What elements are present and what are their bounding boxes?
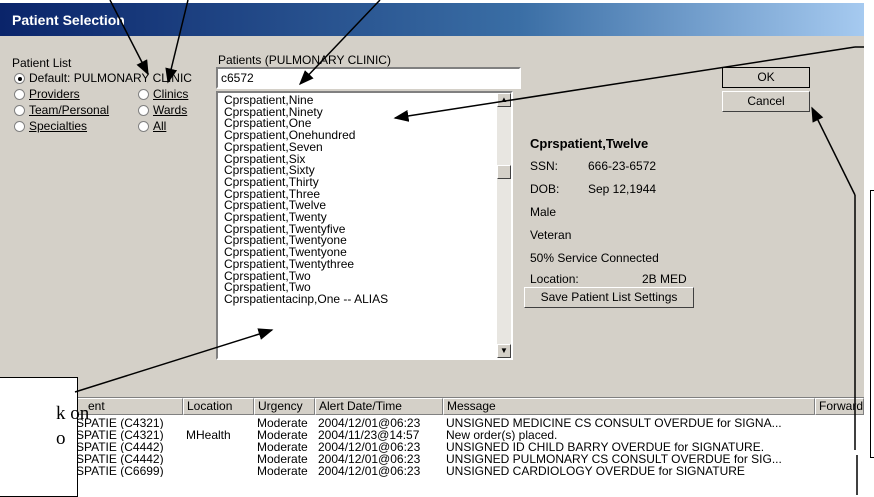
cell-urgency: Moderate — [257, 441, 308, 453]
cell-urgency: Moderate — [257, 429, 308, 441]
radio-label: Clinics — [153, 87, 189, 101]
cancel-button[interactable]: Cancel — [722, 91, 810, 112]
callout-text-line1: k on — [56, 403, 90, 424]
cell-message: UNSIGNED MEDICINE CS CONSULT OVERDUE for… — [446, 417, 782, 429]
location-label: Location: — [530, 272, 579, 286]
radio-circle — [138, 120, 149, 132]
radio-clinics[interactable]: Clinics — [138, 87, 188, 101]
radio-label: Specialties — [29, 119, 88, 133]
scroll-down-icon[interactable]: ▼ — [497, 344, 511, 358]
ssn-label: SSN: — [530, 159, 559, 173]
annotation-callout-left: k on o — [0, 377, 89, 497]
radio-specialties[interactable]: Specialties — [14, 119, 87, 133]
patient-selection-window: Patient Selection Patient List Default: … — [0, 0, 864, 495]
radio-label: Wards — [153, 103, 188, 117]
annotation-callout-right — [870, 190, 874, 458]
cell-patient: SPATIE (C4321) — [76, 417, 164, 429]
cell-message: UNSIGNED ID CHILD BARRY OVERDUE for SIGN… — [446, 441, 765, 453]
radio-circle — [14, 72, 25, 84]
radio-default-list[interactable]: Default: PULMONARY CLINIC — [14, 71, 211, 85]
cell-datetime: 2004/12/01@06:23 — [318, 465, 421, 477]
column-header-label: Forwarded B — [819, 399, 864, 413]
cell-message: New order(s) placed. — [446, 429, 558, 441]
patients-label: Patients (PULMONARY CLINIC) — [218, 53, 391, 67]
radio-label: Providers — [29, 87, 80, 101]
radio-team-personal[interactable]: Team/Personal — [14, 103, 109, 117]
save-patient-list-settings-button[interactable]: Save Patient List Settings — [524, 287, 694, 308]
patient-search-input[interactable] — [216, 67, 521, 89]
veteran-status: Veteran — [530, 228, 572, 242]
column-header-label: Message — [447, 399, 496, 413]
ok-button[interactable]: OK — [722, 67, 810, 88]
cell-datetime: 2004/11/23@14:57 — [318, 429, 420, 441]
ok-button-label: OK — [757, 70, 775, 84]
patient-name: Cprspatient,Twelve — [530, 136, 649, 151]
ssn-value: 666-23-6572 — [588, 159, 657, 173]
patient-listbox[interactable]: Cprspatient,Nine Cprspatient,Ninety Cprspa… — [216, 91, 513, 360]
cell-message: UNSIGNED CARDIOLOGY OVERDUE for SIGNATUR… — [446, 465, 745, 477]
patient-list-label: Patient List — [12, 56, 72, 70]
radio-label: All — [153, 119, 167, 133]
column-header-location[interactable]: Location — [183, 398, 254, 415]
patient-list-scrollbar[interactable]: ▲ ▼ — [497, 93, 511, 358]
cell-location: MHealth — [186, 429, 231, 441]
location-value: 2B MED — [642, 272, 687, 286]
alerts-grid[interactable]: ent Location Urgency Alert Date/Time Mes… — [0, 397, 864, 495]
radio-circle — [14, 88, 25, 100]
table-row[interactable]: SPATIE (C4442) Moderate 2004/12/01@06:23 UN… — [0, 441, 864, 453]
sex-value: Male — [530, 205, 557, 219]
cell-patient: SPATIE (C4442) — [76, 441, 164, 453]
radio-circle — [14, 104, 25, 116]
dob-value: Sep 12,1944 — [588, 182, 657, 196]
patient-list-item[interactable]: Cprspatientacinp,One -- ALIAS — [221, 293, 511, 306]
table-row[interactable]: SPATIE (C4321) MHealth Moderate 2004/11/23@… — [0, 429, 864, 441]
cell-patient: SPATIE (C6699) — [76, 465, 164, 477]
cell-urgency: Moderate — [257, 465, 308, 477]
radio-label: Default: PULMONARY CLINIC — [29, 71, 192, 85]
cell-message: UNSIGNED PULMONARY CS CONSULT OVERDUE fo… — [446, 453, 782, 465]
cancel-button-label: Cancel — [747, 94, 785, 108]
table-row[interactable]: SPATIE (C6699) Moderate 2004/12/01@06:23 UN… — [0, 465, 864, 477]
column-header-label: Urgency — [258, 399, 303, 413]
window-title: Patient Selection — [12, 12, 125, 28]
radio-all[interactable]: All — [138, 119, 166, 133]
cell-patient: SPATIE (C4442) — [76, 453, 164, 465]
callout-text-line2: o — [56, 428, 66, 449]
service-connected: 50% Service Connected — [530, 251, 659, 265]
radio-label: Team/Personal — [29, 103, 110, 117]
column-header-label: Location — [187, 399, 233, 413]
cell-urgency: Moderate — [257, 417, 308, 429]
cell-datetime: 2004/12/01@06:23 — [318, 417, 421, 429]
column-header-forwarded-by[interactable]: Forwarded B — [815, 398, 864, 415]
table-row[interactable]: SPATIE (C4442) Moderate 2004/12/01@06:23 UN… — [0, 453, 864, 465]
cell-patient: SPATIE (C4321) — [76, 429, 164, 441]
column-header-alert-datetime[interactable]: Alert Date/Time — [315, 398, 443, 415]
radio-circle — [138, 88, 149, 100]
column-header-message[interactable]: Message — [443, 398, 815, 415]
cell-datetime: 2004/12/01@06:23 — [318, 441, 421, 453]
save-settings-label: Save Patient List Settings — [540, 290, 678, 304]
radio-circle — [138, 104, 149, 116]
scroll-up-icon[interactable]: ▲ — [497, 93, 511, 107]
column-header-label: Alert Date/Time — [319, 399, 402, 413]
radio-wards[interactable]: Wards — [138, 103, 187, 117]
radio-providers[interactable]: Providers — [14, 87, 80, 101]
scroll-thumb[interactable] — [497, 165, 511, 179]
dob-label: DOB: — [530, 182, 560, 196]
cell-urgency: Moderate — [257, 453, 308, 465]
title-bar: Patient Selection — [0, 0, 864, 36]
column-header-urgency[interactable]: Urgency — [254, 398, 315, 415]
cell-datetime: 2004/12/01@06:23 — [318, 453, 421, 465]
radio-circle — [14, 120, 25, 132]
table-row[interactable]: SPATIE (C4321) Moderate 2004/12/01@06:23 UN… — [0, 417, 864, 429]
